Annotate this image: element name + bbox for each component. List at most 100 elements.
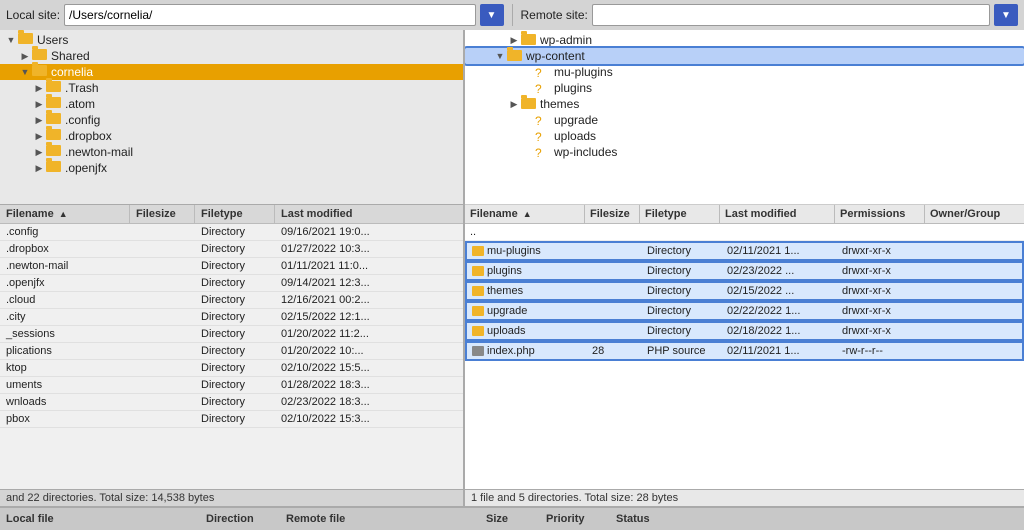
col-header-filename[interactable]: Filename ▲: [0, 205, 130, 223]
local-file-modified: 02/10/2022 15:3...: [275, 411, 463, 427]
rcol-header-filename[interactable]: Filename ▲: [465, 205, 585, 223]
local-file-size: [130, 349, 195, 353]
remote-file-perms: drwxr-xr-x: [837, 263, 927, 279]
tree-label-users: Users: [37, 33, 68, 47]
local-path-dropdown[interactable]: ▼: [480, 4, 504, 26]
remote-file-modified: 02/11/2021 1...: [722, 243, 837, 259]
local-file-row[interactable]: .dropbox Directory 01/27/2022 10:3...: [0, 241, 463, 258]
remote-file-row-themes[interactable]: themes Directory 02/15/2022 ... drwxr-xr…: [465, 281, 1024, 301]
local-file-row[interactable]: pbox Directory 02/10/2022 15:3...: [0, 411, 463, 428]
local-path-input[interactable]: [64, 4, 475, 26]
tree-item-atom[interactable]: ▶ .atom: [0, 96, 463, 112]
path-divider: [512, 4, 513, 26]
col-header-filesize[interactable]: Filesize: [130, 205, 195, 223]
tree-item-config[interactable]: ▶ .config: [0, 112, 463, 128]
remote-file-row-indexphp[interactable]: index.php 28 PHP source 02/11/2021 1... …: [465, 341, 1024, 361]
remote-file-row-mu-plugins[interactable]: mu-plugins Directory 02/11/2021 1... drw…: [465, 241, 1024, 261]
local-file-modified: 02/15/2022 12:1...: [275, 309, 463, 325]
local-file-row[interactable]: .newton-mail Directory 01/11/2021 11:0..…: [0, 258, 463, 275]
rcol-header-filetype[interactable]: Filetype: [640, 205, 720, 223]
rcol-header-filesize[interactable]: Filesize: [585, 205, 640, 223]
local-file-type: Directory: [195, 309, 275, 325]
local-tree-view[interactable]: ▼ Users ▶ Shared ▼ cornelia: [0, 30, 463, 205]
remote-file-owner: [927, 269, 1022, 273]
local-file-row[interactable]: ktop Directory 02/10/2022 15:5...: [0, 360, 463, 377]
local-file-name: .dropbox: [0, 241, 130, 257]
tree-item-cornelia[interactable]: ▼ cornelia: [0, 64, 463, 80]
left-panel: ▼ Users ▶ Shared ▼ cornelia: [0, 30, 465, 506]
local-file-row[interactable]: uments Directory 01/28/2022 18:3...: [0, 377, 463, 394]
local-file-list[interactable]: Filename ▲ Filesize Filetype Last modifi…: [0, 205, 463, 489]
unknown-icon-plugins: ?: [535, 82, 551, 94]
local-file-row[interactable]: .city Directory 02/15/2022 12:1...: [0, 309, 463, 326]
local-file-row[interactable]: .openjfx Directory 09/14/2021 12:3...: [0, 275, 463, 292]
rtree-item-wp-admin[interactable]: ▶ wp-admin: [465, 32, 1024, 48]
tree-item-trash[interactable]: ▶ .Trash: [0, 80, 463, 96]
remote-file-list-header: Filename ▲ Filesize Filetype Last modifi…: [465, 205, 1024, 224]
local-file-row[interactable]: _sessions Directory 01/20/2022 11:2...: [0, 326, 463, 343]
sort-arrow-remote-filename: ▲: [523, 209, 532, 219]
local-file-name: plications: [0, 343, 130, 359]
rtree-item-wp-content[interactable]: ▼ wp-content: [465, 48, 1024, 64]
local-file-modified: 01/27/2022 10:3...: [275, 241, 463, 257]
remote-path-dropdown[interactable]: ▼: [994, 4, 1018, 26]
remote-file-owner: [925, 230, 1024, 234]
local-file-name: .newton-mail: [0, 258, 130, 274]
rtree-item-upgrade[interactable]: ? upgrade: [465, 112, 1024, 128]
remote-file-list[interactable]: Filename ▲ Filesize Filetype Last modifi…: [465, 205, 1024, 489]
remote-status-bar: 1 file and 5 directories. Total size: 28…: [465, 489, 1024, 506]
remote-path-input[interactable]: [592, 4, 990, 26]
local-file-row[interactable]: wnloads Directory 02/23/2022 18:3...: [0, 394, 463, 411]
remote-file-owner: [927, 309, 1022, 313]
folder-icon-users: [18, 33, 34, 47]
rtree-item-themes[interactable]: ▶ themes: [465, 96, 1024, 112]
transfer-remote-file-header: Remote file: [286, 513, 486, 525]
rcol-header-owner[interactable]: Owner/Group: [925, 205, 1024, 223]
rcol-header-perms[interactable]: Permissions: [835, 205, 925, 223]
remote-file-row-upgrade[interactable]: upgrade Directory 02/22/2022 1... drwxr-…: [465, 301, 1024, 321]
content-area: ▼ Users ▶ Shared ▼ cornelia: [0, 30, 1024, 506]
tree-item-shared[interactable]: ▶ Shared: [0, 48, 463, 64]
remote-file-type: Directory: [642, 303, 722, 319]
rtree-arrow-themes: ▶: [507, 99, 521, 110]
remote-file-owner: [927, 289, 1022, 293]
remote-file-row-dotdot[interactable]: ..: [465, 224, 1024, 241]
transfer-size-header: Size: [486, 513, 546, 525]
remote-file-row-plugins[interactable]: plugins Directory 02/23/2022 ... drwxr-x…: [465, 261, 1024, 281]
tree-item-dropbox[interactable]: ▶ .dropbox: [0, 128, 463, 144]
remote-file-type: Directory: [642, 323, 722, 339]
tree-item-openjfx[interactable]: ▶ .openjfx: [0, 160, 463, 176]
local-file-modified: 01/11/2021 11:0...: [275, 258, 463, 274]
local-status-bar: and 22 directories. Total size: 14,538 b…: [0, 489, 463, 506]
local-file-type: Directory: [195, 258, 275, 274]
col-header-filetype[interactable]: Filetype: [195, 205, 275, 223]
remote-file-row-uploads[interactable]: uploads Directory 02/18/2022 1... drwxr-…: [465, 321, 1024, 341]
unknown-icon-mu-plugins: ?: [535, 66, 551, 78]
local-file-name: .cloud: [0, 292, 130, 308]
local-file-modified: 09/14/2021 12:3...: [275, 275, 463, 291]
folder-icon-openjfx: [46, 161, 62, 175]
tree-label-newton-mail: .newton-mail: [65, 145, 133, 159]
rtree-item-plugins[interactable]: ? plugins: [465, 80, 1024, 96]
col-header-modified[interactable]: Last modified: [275, 205, 463, 223]
local-file-modified: 02/10/2022 15:5...: [275, 360, 463, 376]
rcol-header-modified[interactable]: Last modified: [720, 205, 835, 223]
local-file-row[interactable]: .cloud Directory 12/16/2021 00:2...: [0, 292, 463, 309]
tree-item-newton-mail[interactable]: ▶ .newton-mail: [0, 144, 463, 160]
rtree-item-wp-includes[interactable]: ? wp-includes: [465, 144, 1024, 160]
remote-tree-view[interactable]: ▶ wp-admin ▼ wp-content ? mu-plugins: [465, 30, 1024, 205]
local-file-row[interactable]: .config Directory 09/16/2021 19:0...: [0, 224, 463, 241]
tree-label-config: .config: [65, 113, 100, 127]
tree-item-users[interactable]: ▼ Users: [0, 32, 463, 48]
remote-file-size: [587, 269, 642, 273]
transfer-direction-header: Direction: [206, 513, 286, 525]
rtree-label-upgrade: upgrade: [554, 113, 598, 127]
rtree-item-uploads[interactable]: ? uploads: [465, 128, 1024, 144]
local-site-label: Local site:: [6, 8, 60, 22]
local-file-row[interactable]: plications Directory 01/20/2022 10:...: [0, 343, 463, 360]
local-file-name: .city: [0, 309, 130, 325]
rtree-item-mu-plugins[interactable]: ? mu-plugins: [465, 64, 1024, 80]
tree-arrow-dropbox: ▶: [32, 131, 46, 142]
local-file-size: [130, 332, 195, 336]
unknown-icon-wp-includes: ?: [535, 146, 551, 158]
